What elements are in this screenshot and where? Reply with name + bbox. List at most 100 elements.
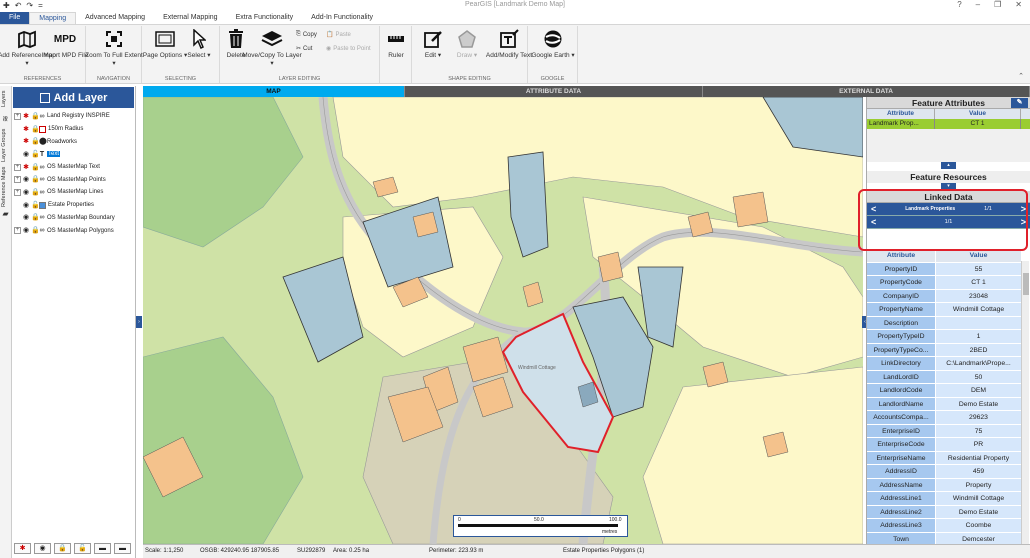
expand-toggle[interactable]: + bbox=[14, 163, 21, 171]
tab-addin-functionality[interactable]: Add-In Functionality bbox=[302, 12, 382, 24]
table-row[interactable]: AddressLine2 Demo Estate bbox=[867, 505, 1021, 519]
layer-item[interactable]: + ◉ 🔒 ∞ OS MasterMap Polygons bbox=[14, 224, 134, 237]
lock-icon[interactable]: 🔒 bbox=[31, 113, 40, 120]
help-icon[interactable]: ? bbox=[957, 0, 961, 9]
restore-icon[interactable]: ❐ bbox=[994, 0, 1001, 9]
collapse-attributes-button[interactable]: ▴ bbox=[941, 162, 956, 169]
lock-icon[interactable]: 🔒 bbox=[31, 164, 40, 171]
feature-resources-header[interactable]: Feature Resources bbox=[867, 171, 1030, 183]
lock-icon[interactable]: 🔒 bbox=[31, 189, 40, 196]
lock-icon[interactable]: 🔒 bbox=[31, 176, 40, 183]
tab-attribute-data[interactable]: ATTRIBUTE DATA bbox=[405, 86, 703, 97]
minimize-icon[interactable]: – bbox=[976, 0, 980, 9]
add-layer-button[interactable]: Add Layer bbox=[13, 87, 134, 108]
layer-item[interactable]: + ✱ 🔒 ∞ OS MasterMap Text bbox=[14, 161, 134, 174]
table-row[interactable]: PropertyName Windmill Cottage bbox=[867, 303, 1021, 317]
import-mpd-button[interactable]: MPD Import MPD File bbox=[42, 28, 89, 60]
left-splitter-toggle[interactable]: › bbox=[136, 316, 142, 328]
layer-item[interactable]: ✱ 🔒 150m Radius bbox=[14, 123, 134, 136]
layer-item[interactable]: ◉ 🔒 ∞ OS MasterMap Boundary bbox=[14, 212, 134, 225]
lock-icon[interactable]: 🔒 bbox=[31, 214, 40, 221]
expand-all-icon[interactable]: ▬ bbox=[114, 543, 131, 554]
visibility-on-icon[interactable]: ◉ bbox=[23, 214, 29, 221]
visibility-off-icon[interactable]: ✱ bbox=[23, 138, 29, 145]
table-row[interactable]: AddressLine1 Windmill Cottage bbox=[867, 492, 1021, 506]
expand-toggle[interactable]: + bbox=[14, 188, 21, 196]
table-row[interactable]: Landmark Prop... CT 1 bbox=[867, 119, 1030, 129]
table-row[interactable]: CompanyID 23048 bbox=[867, 289, 1021, 303]
edit-attributes-icon[interactable]: ✎ bbox=[1011, 98, 1028, 108]
table-row[interactable]: EnterpriseID 75 bbox=[867, 424, 1021, 438]
visibility-off-icon[interactable]: ✱ bbox=[23, 113, 29, 120]
layer-item[interactable]: ✱ 🔒 ⬤ Roadworks bbox=[14, 135, 134, 148]
layer-name[interactable]: OS MasterMap Lines bbox=[47, 189, 103, 195]
visibility-off-icon[interactable]: ✱ bbox=[23, 164, 29, 171]
map-svg[interactable]: Windmill Cottage bbox=[143, 97, 863, 544]
lock-icon[interactable]: 🔒 bbox=[31, 138, 40, 145]
table-row[interactable]: PropertyTypeID 1 bbox=[867, 330, 1021, 344]
layer-name[interactable]: OS MasterMap Boundary bbox=[47, 215, 115, 221]
map-canvas[interactable]: Windmill Cottage 0 50.0 100.0 metres bbox=[143, 97, 863, 544]
tab-map[interactable]: MAP bbox=[143, 86, 405, 97]
paste-button[interactable]: 📋 Paste bbox=[326, 31, 371, 39]
layer-name[interactable]: Text bbox=[47, 151, 61, 158]
expand-toggle[interactable]: + bbox=[14, 227, 21, 235]
scrollbar-thumb[interactable] bbox=[1023, 273, 1029, 295]
collapse-ribbon-icon[interactable]: ⌃ bbox=[1018, 72, 1024, 80]
side-tab-layer-groups[interactable]: Layer Groups bbox=[1, 126, 11, 164]
tab-extra-functionality[interactable]: Extra Functionality bbox=[227, 12, 303, 24]
tab-advanced-mapping[interactable]: Advanced Mapping bbox=[76, 12, 154, 24]
show-all-icon[interactable]: ◉ bbox=[34, 543, 51, 554]
close-icon[interactable]: ✕ bbox=[1015, 0, 1022, 9]
lock-icon[interactable]: 🔒 bbox=[31, 227, 40, 234]
unlock-icon[interactable]: 🔓 bbox=[31, 202, 40, 209]
linked-data-scrollbar[interactable] bbox=[1021, 261, 1029, 544]
layer-item[interactable]: + ◉ 🔒 ∞ OS MasterMap Lines bbox=[14, 186, 134, 199]
side-tab-reference-maps[interactable]: Reference Maps bbox=[1, 166, 11, 208]
zoom-full-extent-button[interactable]: Zoom To Full Extent ▾ bbox=[85, 28, 143, 68]
tab-mapping[interactable]: Mapping bbox=[29, 12, 77, 24]
table-row[interactable]: LandLordID 50 bbox=[867, 370, 1021, 384]
layer-name[interactable]: OS MasterMap Polygons bbox=[47, 228, 114, 234]
side-tab-layers[interactable]: Layers bbox=[1, 88, 11, 110]
layer-name[interactable]: Land Registry INSPIRE bbox=[47, 113, 110, 119]
copy-button[interactable]: ⎘ Copy bbox=[296, 31, 317, 38]
expand-toggle[interactable]: + bbox=[14, 176, 21, 184]
table-row[interactable]: EnterpriseCode PR bbox=[867, 438, 1021, 452]
unlock-all-icon[interactable]: 🔓 bbox=[74, 543, 91, 554]
tab-external-data[interactable]: EXTERNAL DATA bbox=[703, 86, 1030, 97]
lock-all-icon[interactable]: 🔒 bbox=[54, 543, 71, 554]
layer-name[interactable]: Roadworks bbox=[47, 139, 77, 145]
layer-name[interactable]: OS MasterMap Text bbox=[47, 164, 100, 170]
hide-all-icon[interactable]: ✱ bbox=[14, 543, 31, 554]
layer-name[interactable]: OS MasterMap Points bbox=[47, 177, 106, 183]
visibility-off-icon[interactable]: ✱ bbox=[23, 126, 29, 133]
table-row[interactable]: Description bbox=[867, 316, 1021, 330]
table-row[interactable]: LinkDirectory C:\Landmark\Prope... bbox=[867, 357, 1021, 371]
tab-external-mapping[interactable]: External Mapping bbox=[154, 12, 226, 24]
collapse-all-icon[interactable]: ▬ bbox=[94, 543, 111, 554]
layer-name[interactable]: 150m Radius bbox=[48, 126, 83, 132]
table-row[interactable]: PropertyTypeCo... 2BED bbox=[867, 343, 1021, 357]
visibility-on-icon[interactable]: ◉ bbox=[23, 202, 29, 209]
table-row[interactable]: AddressLine3 Coombe bbox=[867, 519, 1021, 533]
layer-item[interactable]: + ◉ 🔒 ∞ OS MasterMap Points bbox=[14, 173, 134, 186]
layer-name[interactable]: Estate Properties bbox=[48, 202, 94, 208]
visibility-on-icon[interactable]: ◉ bbox=[23, 151, 29, 158]
table-row[interactable]: AddressName Property bbox=[867, 478, 1021, 492]
lock-icon[interactable]: 🔒 bbox=[31, 126, 40, 133]
add-reference-map-button[interactable]: Add Reference Map ▾ bbox=[0, 28, 56, 68]
layer-item[interactable]: ◉ 🔓 T Text bbox=[14, 148, 134, 161]
table-row[interactable]: EnterpriseName Residential Property bbox=[867, 451, 1021, 465]
table-row[interactable]: PropertyID 55 bbox=[867, 262, 1021, 276]
table-row[interactable]: LandlordName Demo Estate bbox=[867, 397, 1021, 411]
layer-item[interactable]: ◉ 🔓 Estate Properties bbox=[14, 199, 134, 212]
cut-button[interactable]: ✂ Cut bbox=[296, 45, 317, 53]
google-earth-button[interactable]: Google Earth ▾ bbox=[531, 28, 575, 60]
visibility-on-icon[interactable]: ◉ bbox=[23, 189, 29, 196]
visibility-on-icon[interactable]: ◉ bbox=[23, 176, 29, 183]
unlock-icon[interactable]: 🔓 bbox=[31, 151, 40, 158]
table-row[interactable]: LandlordCode DEM bbox=[867, 384, 1021, 398]
layer-item[interactable]: + ✱ 🔒 ∞ Land Registry INSPIRE bbox=[14, 110, 134, 123]
move-copy-layer-button[interactable]: Move/Copy To Layer ▾ bbox=[242, 28, 302, 68]
